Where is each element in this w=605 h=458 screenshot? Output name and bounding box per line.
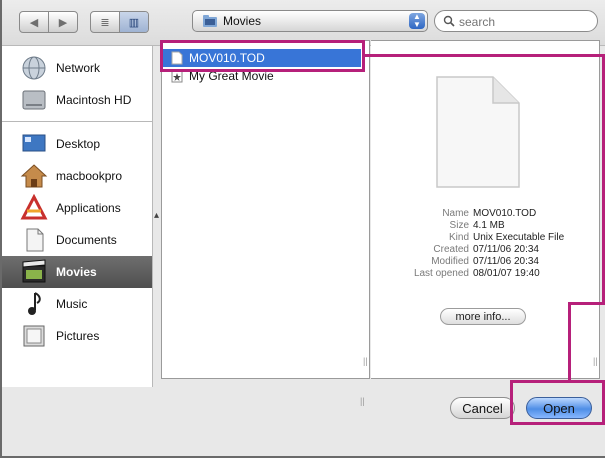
- column-resize-grip[interactable]: ||: [360, 396, 365, 406]
- search-input[interactable]: [457, 13, 591, 31]
- list-view-button[interactable]: ≣: [91, 12, 120, 32]
- annotation-connector: [568, 302, 571, 382]
- sidebar-item-label: Applications: [56, 201, 121, 215]
- sidebar: Network Macintosh HD Desktop macbookpro: [2, 46, 153, 387]
- back-button[interactable]: ◀: [20, 12, 49, 32]
- location-label: Movies: [223, 14, 262, 28]
- pictures-icon: [23, 325, 45, 347]
- forward-arrow-icon: ▶: [58, 16, 68, 29]
- open-button-highlight: [510, 380, 605, 425]
- preview-value: 4.1 MB: [473, 220, 505, 231]
- preview-row-last-opened: Last opened 08/01/07 19:40: [372, 268, 598, 280]
- sidebar-divider: [2, 121, 152, 122]
- preview-value: 07/11/06 20:34: [473, 244, 539, 255]
- preview-value: MOV010.TOD: [473, 208, 537, 219]
- search-field[interactable]: [434, 10, 598, 32]
- preview-key: Size: [449, 220, 469, 231]
- open-file-dialog: ◀ ▶ ≣ ▥ Movies ▲ ▼ search Network Macint…: [0, 0, 605, 458]
- preview-row-modified: Modified 07/11/06 20:34: [372, 256, 598, 268]
- column-resize-grip[interactable]: ||: [593, 356, 598, 366]
- music-icon: [28, 292, 41, 315]
- sidebar-item-label: Desktop: [56, 137, 101, 151]
- location-popup[interactable]: Movies ▲ ▼: [192, 10, 428, 32]
- forward-button[interactable]: ▶: [49, 12, 77, 32]
- selected-file-highlight: [160, 40, 365, 72]
- view-mode-control: ≣ ▥: [90, 11, 149, 33]
- preview-key: Modified: [431, 256, 469, 267]
- sidebar-item-applications[interactable]: Applications: [2, 192, 152, 224]
- sidebar-item-network[interactable]: Network: [2, 52, 152, 84]
- sidebar-item-music[interactable]: Music: [2, 288, 152, 320]
- preview-row-created: Created 07/11/06 20:34: [372, 244, 598, 256]
- document-preview-icon: [436, 76, 520, 188]
- preview-key: Created: [433, 244, 469, 255]
- popup-arrows-icon: ▲ ▼: [409, 13, 425, 29]
- applications-icon: [20, 194, 48, 220]
- desktop-icon: [22, 134, 46, 152]
- preview-row-kind: Kind Unix Executable File: [372, 232, 598, 244]
- annotation-connector: [363, 54, 605, 57]
- file-column: MOV010.TOD My Great Movie ||: [161, 40, 370, 406]
- preview-key: Kind: [448, 232, 469, 243]
- hard-drive-icon: [22, 90, 46, 110]
- more-info-button[interactable]: more info...: [440, 308, 526, 325]
- preview-value: Unix Executable File: [473, 232, 565, 243]
- sidebar-item-label: Movies: [56, 265, 97, 279]
- sidebar-item-label: Music: [56, 297, 88, 311]
- preview-row-size: Size 4.1 MB: [372, 220, 598, 232]
- list-view-icon: ≣: [100, 16, 110, 29]
- sidebar-item-pictures[interactable]: Pictures: [2, 320, 152, 352]
- annotation-connector: [568, 302, 605, 305]
- sidebar-item-label: Pictures: [56, 329, 100, 343]
- movies-icon: [22, 259, 46, 283]
- documents-icon: [26, 228, 44, 252]
- column-view-button[interactable]: ▥: [120, 12, 148, 32]
- sidebar-resize-handle[interactable]: ▴: [154, 210, 160, 221]
- sidebar-item-label: Documents: [56, 233, 117, 247]
- network-globe-icon: [22, 56, 46, 80]
- home-icon: [20, 164, 48, 188]
- preview-value: 07/11/06 20:34: [473, 256, 539, 267]
- sidebar-item-label: macbookpro: [56, 169, 123, 183]
- preview-key: Last opened: [413, 268, 469, 279]
- sidebar-item-label: Macintosh HD: [56, 93, 132, 107]
- sidebar-item-label: Network: [56, 61, 101, 75]
- search-icon: [443, 15, 455, 27]
- column-resize-grip[interactable]: ||: [363, 356, 368, 366]
- sidebar-item-macintosh-hd[interactable]: Macintosh HD: [2, 84, 152, 116]
- cancel-button[interactable]: Cancel: [450, 397, 515, 419]
- sidebar-item-desktop[interactable]: Desktop: [2, 128, 152, 160]
- sidebar-item-macbookpro[interactable]: macbookpro: [2, 160, 152, 192]
- sidebar-item-documents[interactable]: Documents: [2, 224, 152, 256]
- folder-icon: [203, 15, 217, 27]
- preview-row-name: Name MOV010.TOD: [372, 208, 598, 220]
- back-arrow-icon: ◀: [29, 16, 39, 29]
- preview-value: 08/01/07 19:40: [473, 268, 540, 279]
- preview-key: Name: [442, 208, 469, 219]
- sidebar-item-movies[interactable]: Movies: [2, 256, 152, 288]
- column-view-icon: ▥: [128, 16, 140, 29]
- frame-edge: [0, 0, 2, 458]
- back-forward-control: ◀ ▶: [19, 11, 78, 33]
